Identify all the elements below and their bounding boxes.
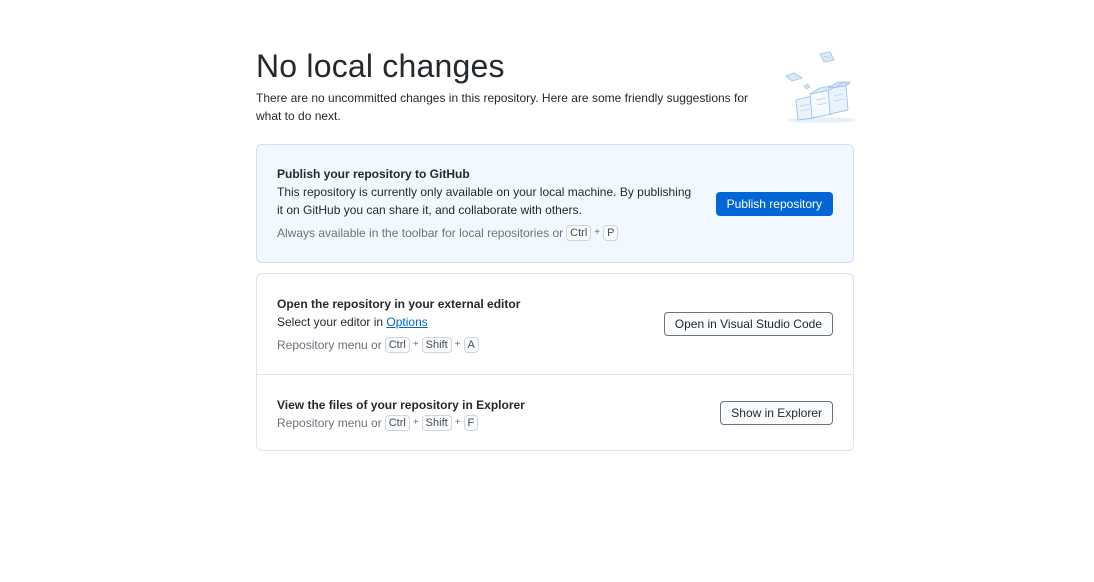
kbd-ctrl: Ctrl [384,415,410,431]
open-editor-hint: Repository menu or Ctrl + Shift + A [277,336,833,354]
show-explorer-row: View the files of your repository in Exp… [257,374,853,450]
actions-card: Open the repository in your external edi… [256,273,854,451]
publish-hint: Always available in the toolbar for loca… [277,224,833,242]
show-in-explorer-button[interactable]: Show in Explorer [720,401,833,425]
publish-card: Publish your repository to GitHub This r… [256,144,854,263]
publish-description: This repository is currently only availa… [277,185,692,217]
options-link[interactable]: Options [386,315,427,329]
open-editor-description-prefix: Select your editor in [277,315,384,329]
no-changes-page: No local changes There are no uncommitte… [0,0,1094,582]
kbd-plus: + [594,227,601,238]
header: No local changes There are no uncommitte… [256,44,856,125]
kbd-a: A [463,337,479,353]
kbd-ctrl: Ctrl [566,225,592,241]
kbd-shift: Shift [421,337,452,353]
show-explorer-hint-text: Repository menu or [277,416,382,430]
open-in-vscode-button[interactable]: Open in Visual Studio Code [663,312,833,336]
kbd-plus: + [412,339,419,350]
open-editor-row: Open the repository in your external edi… [257,274,853,374]
publish-hint-text: Always available in the toolbar for loca… [277,226,564,240]
empty-repo-illustration-icon [785,51,856,123]
kbd-f: F [463,415,479,431]
kbd-shift: Shift [421,415,452,431]
publish-repository-button[interactable]: Publish repository [715,192,833,216]
kbd-p: P [603,225,619,241]
open-editor-hint-text: Repository menu or [277,338,382,352]
publish-row: Publish your repository to GitHub This r… [257,145,853,242]
open-editor-title: Open the repository in your external edi… [277,297,521,311]
page-title: No local changes [256,48,505,84]
kbd-plus: + [412,417,419,428]
kbd-plus: + [454,339,461,350]
kbd-ctrl: Ctrl [384,337,410,353]
page-subtitle: There are no uncommitted changes in this… [256,91,749,123]
kbd-plus: + [454,417,461,428]
publish-title: Publish your repository to GitHub [277,167,470,181]
